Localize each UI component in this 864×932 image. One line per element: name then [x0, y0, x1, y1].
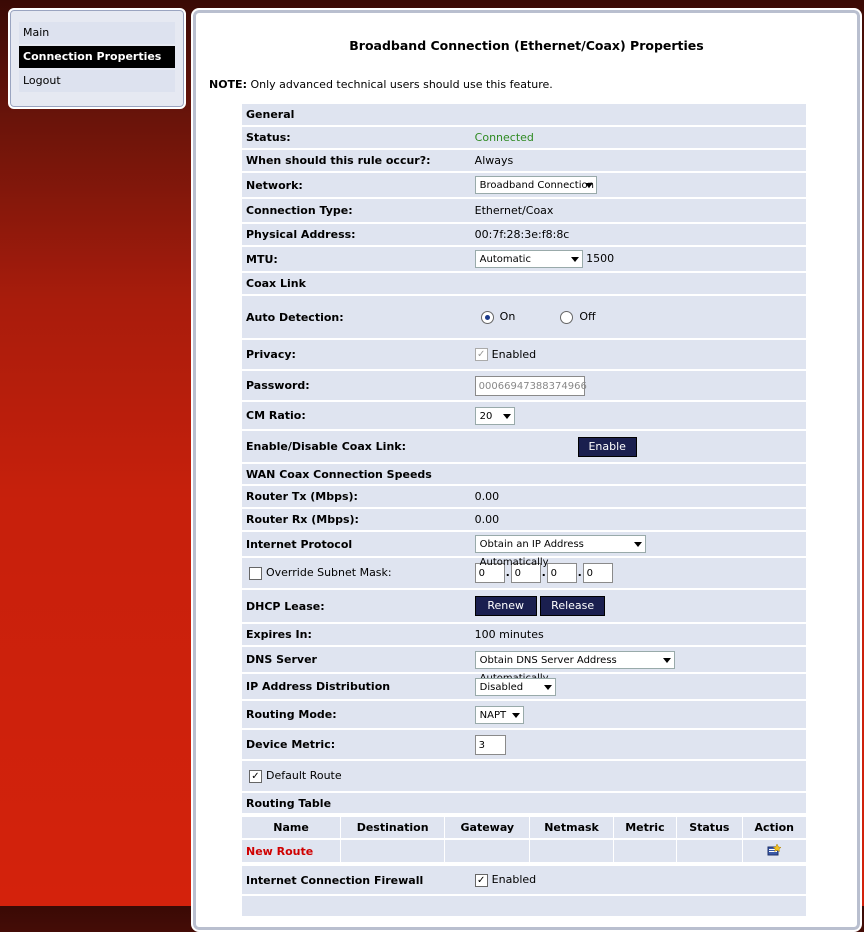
section-general: General: [242, 104, 806, 125]
routing-table-wrapper: Name Destination Gateway Netmask Metric …: [242, 815, 806, 864]
auto-detection-on-radio[interactable]: [480, 310, 494, 324]
note-label: NOTE:: [209, 78, 247, 91]
routing-table: Name Destination Gateway Netmask Metric …: [242, 815, 806, 864]
row-cm-ratio: CM Ratio: 20: [242, 402, 806, 429]
note-text: Only advanced technical users should use…: [250, 78, 553, 91]
properties-table: General Status: Connected When should th…: [242, 102, 806, 918]
row-internet-protocol: Internet Protocol Obtain an IP Address A…: [242, 532, 806, 568]
chevron-down-icon: [570, 257, 579, 262]
subnet-octet-4[interactable]: 0: [582, 563, 613, 583]
row-device-metric: Device Metric: 3: [242, 730, 806, 759]
row-trailing: [242, 896, 806, 916]
row-enable-coax: Enable/Disable Coax Link: Enable: [242, 431, 806, 462]
chevron-down-icon: [511, 712, 520, 718]
nav-item-logout[interactable]: Logout: [19, 70, 175, 92]
add-route-icon[interactable]: [767, 842, 782, 856]
row-connection-type: Connection Type: Ethernet/Coax: [242, 199, 806, 222]
dns-server-select[interactable]: Obtain DNS Server Address Automatically: [474, 650, 675, 684]
device-metric-input[interactable]: 3: [474, 734, 506, 755]
auto-detection-off-radio[interactable]: [560, 310, 574, 324]
row-dns-server: DNS Server Obtain DNS Server Address Aut…: [242, 647, 806, 684]
left-nav-panel: Main Connection Properties Logout: [8, 8, 186, 109]
subnet-octet-3[interactable]: 0: [546, 563, 577, 583]
row-physical-address: Physical Address: 00:7f:28:3e:f8:8c: [242, 224, 806, 245]
internet-protocol-select[interactable]: Obtain an IP Address Automatically: [474, 535, 646, 568]
cm-ratio-select[interactable]: 20: [474, 406, 515, 425]
row-ip-distribution: IP Address Distribution Disabled: [242, 674, 806, 699]
chevron-down-icon: [633, 542, 642, 547]
row-routing-mode: Routing Mode: NAPT: [242, 701, 806, 728]
row-password: Password: 00066947388374966: [242, 371, 806, 400]
row-dhcp-lease: DHCP Lease: Renew Release: [242, 590, 806, 622]
row-firewall: Internet Connection Firewall ✓ Enabled: [242, 866, 806, 894]
row-default-route: ✓ Default Route: [242, 761, 806, 791]
chevron-down-icon: [584, 183, 593, 188]
firewall-checkbox[interactable]: ✓: [474, 873, 488, 887]
renew-button[interactable]: Renew: [474, 596, 537, 616]
new-route-link[interactable]: New Route: [242, 840, 342, 862]
row-rule: When should this rule occur?: Always: [242, 150, 806, 171]
chevron-down-icon: [662, 657, 671, 663]
chevron-down-icon: [543, 684, 552, 690]
routing-table-header: Name Destination Gateway Netmask Metric …: [242, 817, 806, 838]
enable-coax-button[interactable]: Enable: [577, 436, 637, 457]
nav-item-connection-properties[interactable]: Connection Properties: [19, 46, 175, 68]
password-input[interactable]: 00066947388374966: [474, 375, 587, 396]
row-router-rx: Router Rx (Mbps): 0.00: [242, 509, 806, 530]
nav-item-main[interactable]: Main: [19, 22, 175, 44]
ip-distribution-select[interactable]: Disabled: [474, 677, 556, 696]
mtu-select[interactable]: Automatic: [474, 250, 583, 268]
routing-table-row: New Route: [242, 840, 806, 862]
row-router-tx: Router Tx (Mbps): 0.00: [242, 486, 806, 507]
chevron-down-icon: [502, 413, 511, 419]
row-privacy: Privacy: ✓ Enabled: [242, 340, 806, 369]
row-mtu: MTU: Automatic 1500: [242, 247, 806, 271]
mtu-value: 1500: [586, 252, 615, 265]
section-wan-speeds: WAN Coax Connection Speeds: [242, 464, 806, 484]
privacy-checkbox[interactable]: ✓: [474, 348, 488, 362]
main-panel: Broadband Connection (Ethernet/Coax) Pro…: [191, 8, 862, 932]
row-network: Network: Broadband Connection: [242, 173, 806, 197]
status-value: Connected: [470, 127, 806, 148]
note: NOTE: Only advanced technical users shou…: [209, 78, 553, 91]
default-route-checkbox[interactable]: ✓: [249, 769, 262, 783]
routing-mode-select[interactable]: NAPT: [474, 705, 524, 724]
row-auto-detection: Auto Detection: On Off: [242, 296, 806, 338]
row-status: Status: Connected: [242, 127, 806, 148]
section-coax-link: Coax Link: [242, 273, 806, 294]
row-expires-in: Expires In: 100 minutes: [242, 624, 806, 645]
page-title: Broadband Connection (Ethernet/Coax) Pro…: [349, 38, 704, 53]
section-routing-table: Routing Table: [242, 793, 806, 813]
override-subnet-checkbox[interactable]: [249, 566, 262, 580]
network-select[interactable]: Broadband Connection: [474, 176, 597, 194]
release-button[interactable]: Release: [540, 596, 606, 616]
